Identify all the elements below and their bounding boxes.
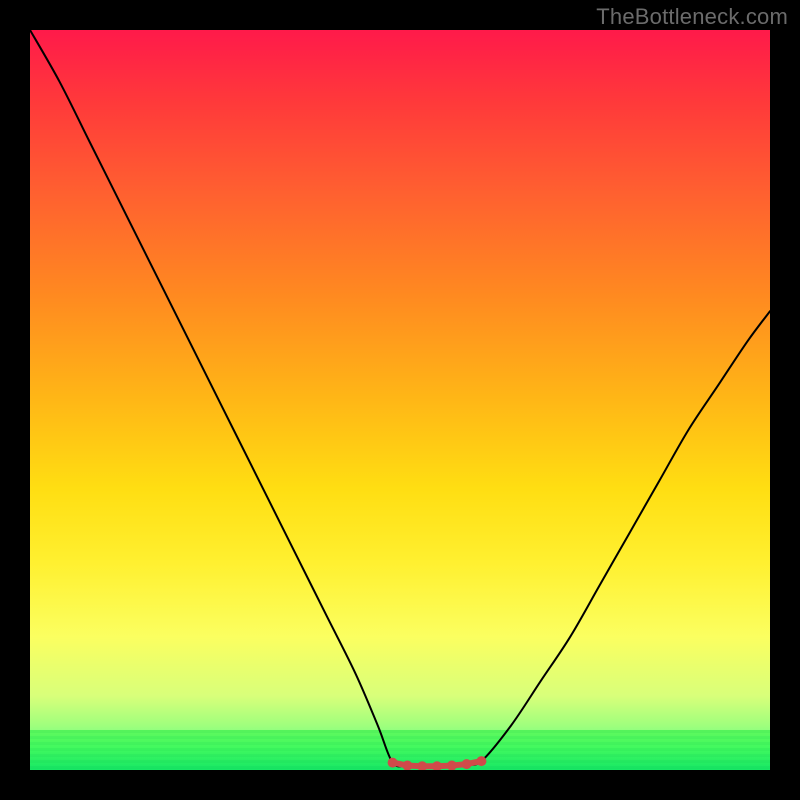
curve-group <box>30 30 770 770</box>
chart-frame <box>30 30 770 770</box>
watermark-text: TheBottleneck.com <box>596 4 788 30</box>
valley-marker <box>417 761 427 770</box>
valley-marker <box>432 761 442 770</box>
valley-marker <box>388 758 398 768</box>
valley-marker <box>462 759 472 769</box>
bottleneck-curve <box>30 30 770 766</box>
valley-marker <box>447 761 457 770</box>
chart-svg <box>30 30 770 770</box>
valley-marker <box>476 756 486 766</box>
